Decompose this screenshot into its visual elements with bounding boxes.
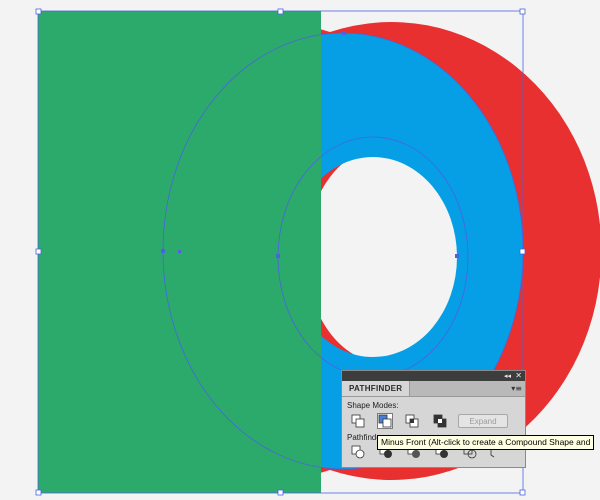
unite-button[interactable] (351, 414, 365, 428)
minus-front-button[interactable] (377, 413, 393, 429)
intersect-button[interactable] (405, 414, 419, 428)
panel-menu-button[interactable]: ▾≡ (511, 384, 522, 393)
divide-button[interactable] (351, 445, 365, 459)
intersect-icon (405, 414, 419, 428)
collapse-panel-button[interactable]: ◂◂ (504, 371, 511, 381)
panel-title-bar[interactable]: ◂◂ ✕ (342, 371, 525, 381)
minus-front-icon (378, 414, 392, 428)
unite-icon (351, 414, 365, 428)
panel-tab-row: PATHFINDER ▾≡ (342, 381, 525, 397)
pathfinder-panel: ◂◂ ✕ PATHFINDER ▾≡ Shape Modes: Expand P… (341, 370, 526, 468)
divide-icon (351, 445, 365, 459)
exclude-icon (433, 414, 447, 428)
exclude-button[interactable] (433, 414, 447, 428)
minus-front-tooltip: Minus Front (Alt-click to create a Compo… (377, 435, 595, 450)
expand-button[interactable]: Expand (458, 414, 508, 428)
shape-modes-label: Shape Modes: (347, 401, 399, 410)
tab-pathfinder[interactable]: PATHFINDER (342, 381, 411, 396)
close-panel-button[interactable]: ✕ (515, 371, 522, 381)
